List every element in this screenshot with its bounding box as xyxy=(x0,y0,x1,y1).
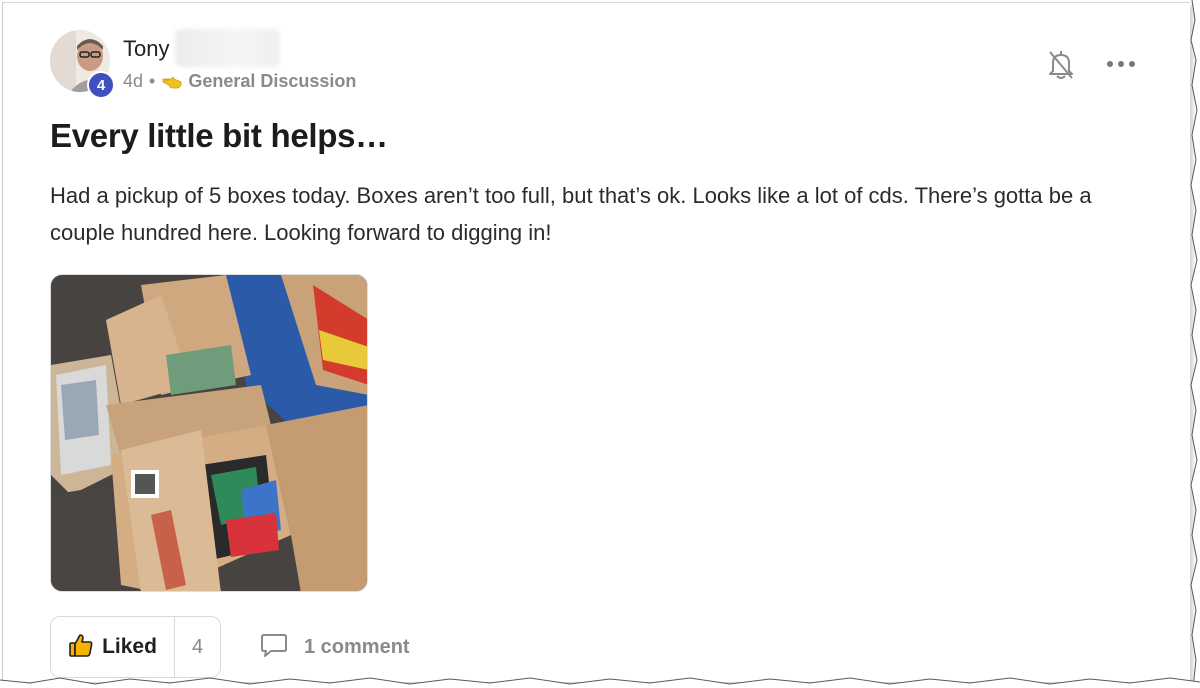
meta-separator: • xyxy=(149,71,156,91)
like-button[interactable]: Liked xyxy=(51,617,175,677)
dot xyxy=(1118,61,1124,67)
post-title: Every little bit helps… xyxy=(50,117,388,154)
dot xyxy=(1129,61,1135,67)
bell-off-icon[interactable] xyxy=(1046,47,1076,81)
redacted-name xyxy=(175,29,280,67)
comment-button[interactable]: 1 comment xyxy=(260,633,410,661)
pointing-hand-icon xyxy=(161,73,185,91)
like-label: Liked xyxy=(102,635,157,658)
thumbs-up-icon xyxy=(68,632,94,663)
comment-label: 1 comment xyxy=(304,635,410,658)
torn-edge-bottom xyxy=(0,677,1200,688)
like-count[interactable]: 4 xyxy=(175,617,220,677)
post-body: Had a pickup of 5 boxes today. Boxes are… xyxy=(50,183,1092,245)
comment-bubble-icon xyxy=(260,632,288,663)
dot xyxy=(1107,61,1113,67)
post-image[interactable] xyxy=(50,274,368,592)
author-avatar[interactable]: 4 xyxy=(50,30,115,100)
post-meta: 4d • General Discussion xyxy=(123,71,356,92)
post-age: 4d xyxy=(123,71,144,91)
torn-edge-right xyxy=(1186,0,1200,688)
rank-badge: 4 xyxy=(87,71,115,99)
category-link[interactable]: General Discussion xyxy=(188,71,356,92)
like-group: Liked 4 xyxy=(50,616,221,678)
author-name[interactable]: Tony xyxy=(123,36,169,62)
more-dots-icon[interactable] xyxy=(1105,55,1137,73)
post-card: 4 Tony 4d • General Discussion Every lit… xyxy=(2,2,1190,682)
